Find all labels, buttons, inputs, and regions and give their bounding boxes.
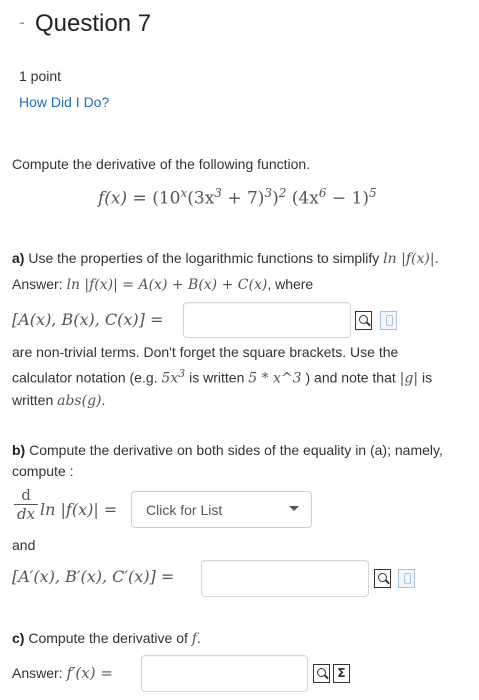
d-denominator: dx: [16, 505, 36, 523]
formula-part: − 1): [326, 188, 369, 209]
chevron-down-icon: [289, 506, 299, 511]
question-title: Question 7: [35, 10, 152, 37]
preview-icon[interactable]: [313, 664, 330, 683]
part-c-answer-input[interactable]: [141, 655, 308, 692]
formula-part: (3x: [187, 188, 215, 209]
note-text: written: [12, 391, 58, 408]
part-b-instruction: b) Compute the derivative on both sides …: [12, 440, 474, 482]
part-a-answer-math: ln |f(x)| = A(x) + B(x) + C(x): [66, 277, 268, 293]
collapse-dash[interactable]: -: [19, 12, 25, 32]
formula-part: (4x: [286, 188, 319, 209]
part-a-math: ln |f(x)|.: [383, 251, 440, 267]
note-text: is: [418, 369, 433, 386]
part-a-note-line2: calculator notation (e.g. 5x3 is written…: [12, 363, 474, 390]
part-a-note-line1: are non-trivial terms. Don't forget the …: [12, 344, 399, 360]
select-value: Click for List: [146, 501, 223, 518]
question-prompt: Compute the derivative of the following …: [12, 156, 311, 172]
part-a-answer-label: Answer:: [12, 276, 67, 292]
part-b-input-label: [A′(x), B′(x), C′(x)] =: [12, 567, 175, 586]
part-b-label: b): [12, 442, 26, 458]
part-c-text: Compute the derivative of: [28, 630, 192, 646]
formula-sup: 3: [214, 186, 222, 200]
points-label: 1 point: [19, 68, 62, 84]
formula-lhs: f(x) =: [98, 188, 153, 209]
part-c-answer-math: f′(x) =: [66, 664, 113, 682]
preview-icon[interactable]: [374, 569, 391, 588]
part-b-deriv-math: ln |f(x)| =: [40, 500, 118, 519]
note-text: .: [101, 391, 106, 408]
part-a-note-line3: written abs(g).: [12, 390, 474, 412]
and-label: and: [12, 537, 36, 553]
note-math-abs-func: abs(g): [57, 392, 102, 409]
formula-part: ): [272, 188, 279, 209]
part-b-answer-input[interactable]: [201, 560, 369, 597]
note-math-calc: 5 * x^3: [248, 370, 302, 387]
part-a-answer-suffix: , where: [267, 276, 314, 292]
part-c-text-end: .: [196, 630, 201, 646]
part-a-input-label: [A(x), B(x), C(x)] =: [12, 310, 164, 329]
note-math-example: 5x: [161, 370, 179, 387]
sigma-icon[interactable]: Σ: [333, 664, 350, 683]
d-numerator: d: [14, 486, 38, 505]
part-c-answer-label: Answer:: [12, 665, 67, 681]
help-icon[interactable]: [398, 569, 415, 588]
part-c-answer-line: Answer: f′(x) =: [12, 663, 113, 684]
part-b-select[interactable]: Click for List: [131, 491, 312, 528]
part-a-instruction: a) Use the properties of the logarithmic…: [12, 248, 474, 270]
formula-sup: 5: [368, 186, 377, 200]
formula-sup: 3: [264, 186, 273, 200]
part-a-answer-input[interactable]: [183, 302, 351, 338]
part-a-label: a): [12, 250, 25, 266]
note-text: calculator notation (e.g.: [12, 369, 162, 386]
part-c-instruction: c) Compute the derivative of f.: [12, 628, 201, 650]
how-did-i-do-link[interactable]: How Did I Do?: [19, 94, 109, 110]
preview-icon[interactable]: [355, 311, 372, 330]
part-b-text2: compute :: [12, 463, 74, 479]
question-header: - Question 7: [19, 10, 151, 38]
part-a-text: Use the properties of the logarithmic fu…: [28, 250, 384, 266]
part-a-answer-line: Answer: ln |f(x)| = A(x) + B(x) + C(x), …: [12, 274, 313, 296]
part-a-note: are non-trivial terms. Don't forget the …: [12, 342, 474, 412]
formula-part: + 7): [221, 188, 265, 209]
help-icon[interactable]: [380, 311, 397, 330]
note-math-abs: |g|: [399, 370, 419, 387]
part-c-label: c): [12, 630, 25, 646]
function-formula: f(x) = (10x(3x3 + 7)3)2 (4x6 − 1)5: [98, 186, 377, 209]
part-b-text1: Compute the derivative on both sides of …: [29, 442, 443, 458]
note-text: ) and note that: [301, 369, 400, 386]
note-text: is written: [185, 369, 249, 386]
formula-part: (10: [152, 188, 181, 209]
derivative-operator: d dx: [14, 486, 38, 523]
